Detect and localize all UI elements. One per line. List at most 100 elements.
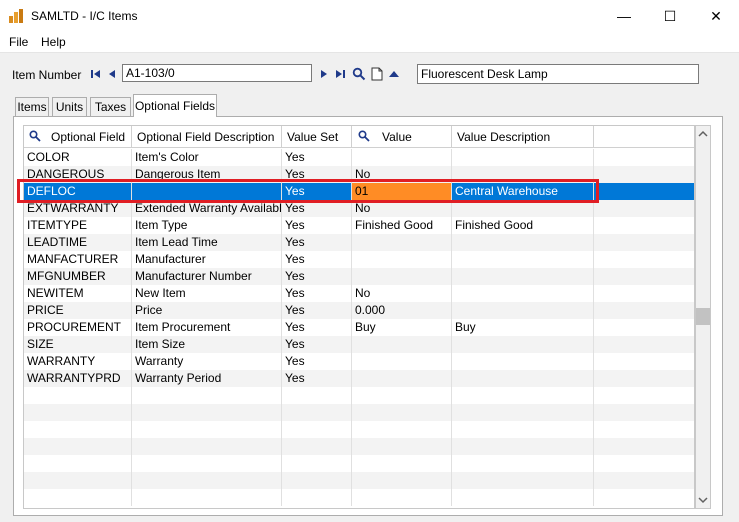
table-cell[interactable] bbox=[352, 387, 452, 404]
item-number-input[interactable]: A1-103/0 bbox=[122, 64, 312, 82]
window-title: SAMLTD - I/C Items bbox=[31, 9, 138, 23]
column-header-value[interactable]: Value bbox=[352, 126, 452, 148]
tab-items[interactable]: Items bbox=[15, 97, 49, 116]
empty-table-row[interactable] bbox=[24, 455, 694, 472]
new-document-icon[interactable] bbox=[370, 67, 384, 81]
table-cell[interactable] bbox=[352, 251, 452, 268]
table-cell bbox=[594, 166, 694, 183]
tab-taxes[interactable]: Taxes bbox=[90, 97, 131, 116]
table-row[interactable]: LEADTIME Item Lead Time Yes bbox=[24, 234, 694, 251]
empty-table-row[interactable] bbox=[24, 472, 694, 489]
table-cell bbox=[594, 302, 694, 319]
table-cell bbox=[594, 200, 694, 217]
table-cell: Buy bbox=[452, 319, 594, 336]
column-header-value-description[interactable]: Value Description bbox=[452, 126, 594, 148]
table-cell bbox=[24, 455, 132, 472]
menu-help[interactable]: Help bbox=[41, 35, 66, 49]
table-row[interactable]: MANFACTURER Manufacturer Yes bbox=[24, 251, 694, 268]
table-cell bbox=[24, 438, 132, 455]
table-cell bbox=[452, 438, 594, 455]
table-cell[interactable] bbox=[352, 489, 452, 506]
table-cell: Yes bbox=[282, 251, 352, 268]
table-row[interactable]: PROCUREMENT Item Procurement Yes Buy Buy bbox=[24, 319, 694, 336]
table-cell: Yes bbox=[282, 302, 352, 319]
tab-optional-fields[interactable]: Optional Fields bbox=[133, 94, 217, 117]
table-cell: Item Size bbox=[132, 336, 282, 353]
table-cell: ITEMTYPE bbox=[24, 217, 132, 234]
table-cell: Yes bbox=[282, 319, 352, 336]
first-record-icon[interactable] bbox=[90, 68, 102, 80]
table-cell[interactable]: Buy bbox=[352, 319, 452, 336]
table-cell[interactable] bbox=[352, 268, 452, 285]
table-row[interactable]: PRICE Price Yes 0.000 bbox=[24, 302, 694, 319]
table-cell bbox=[594, 387, 694, 404]
table-row[interactable]: ITEMTYPE Item Type Yes Finished Good Finishe… bbox=[24, 217, 694, 234]
table-cell: Manufacturer bbox=[132, 251, 282, 268]
scroll-down-icon[interactable] bbox=[696, 493, 710, 507]
table-row[interactable]: WARRANTY Warranty Yes bbox=[24, 353, 694, 370]
menu-bar: File Help bbox=[0, 32, 739, 53]
maximize-button[interactable]: ☐ bbox=[647, 0, 693, 32]
empty-table-row[interactable] bbox=[24, 438, 694, 455]
table-cell bbox=[452, 285, 594, 302]
table-cell[interactable] bbox=[352, 370, 452, 387]
table-cell bbox=[24, 472, 132, 489]
table-cell bbox=[132, 404, 282, 421]
table-cell[interactable]: Finished Good bbox=[352, 217, 452, 234]
column-finder-icon[interactable] bbox=[358, 130, 370, 142]
table-cell bbox=[594, 149, 694, 166]
table-cell bbox=[594, 251, 694, 268]
tab-units[interactable]: Units bbox=[52, 97, 87, 116]
table-cell bbox=[282, 438, 352, 455]
column-header-optional-field[interactable]: Optional Field bbox=[24, 126, 132, 148]
table-row[interactable]: COLOR Item's Color Yes bbox=[24, 149, 694, 166]
table-cell[interactable] bbox=[352, 149, 452, 166]
previous-record-icon[interactable] bbox=[106, 68, 118, 80]
table-cell bbox=[282, 404, 352, 421]
table-cell: Yes bbox=[282, 370, 352, 387]
table-cell bbox=[594, 183, 694, 200]
table-cell: Item Lead Time bbox=[132, 234, 282, 251]
close-button[interactable]: ✕ bbox=[693, 0, 739, 32]
table-cell[interactable] bbox=[352, 438, 452, 455]
table-cell: NEWITEM bbox=[24, 285, 132, 302]
table-cell bbox=[24, 489, 132, 506]
table-cell[interactable] bbox=[352, 421, 452, 438]
table-cell bbox=[594, 319, 694, 336]
table-cell: Yes bbox=[282, 336, 352, 353]
table-cell[interactable] bbox=[352, 455, 452, 472]
table-row[interactable]: MFGNUMBER Manufacturer Number Yes bbox=[24, 268, 694, 285]
column-header-value-set[interactable]: Value Set bbox=[282, 126, 352, 148]
empty-table-row[interactable] bbox=[24, 387, 694, 404]
finder-icon[interactable] bbox=[352, 67, 366, 81]
menu-file[interactable]: File bbox=[9, 35, 28, 49]
table-cell[interactable] bbox=[352, 472, 452, 489]
table-cell: Manufacturer Number bbox=[132, 268, 282, 285]
column-header-description[interactable]: Optional Field Description bbox=[132, 126, 282, 148]
scroll-up-icon[interactable] bbox=[696, 127, 710, 141]
table-cell[interactable] bbox=[352, 336, 452, 353]
empty-table-row[interactable] bbox=[24, 421, 694, 438]
zoom-up-icon[interactable] bbox=[388, 68, 400, 80]
last-record-icon[interactable] bbox=[334, 68, 346, 80]
empty-table-row[interactable] bbox=[24, 404, 694, 421]
next-record-icon[interactable] bbox=[318, 68, 330, 80]
table-cell[interactable] bbox=[352, 404, 452, 421]
minimize-button[interactable]: — bbox=[601, 0, 647, 32]
table-cell bbox=[452, 489, 594, 506]
table-cell[interactable]: 0.000 bbox=[352, 302, 452, 319]
column-finder-icon[interactable] bbox=[29, 130, 41, 142]
scroll-thumb[interactable] bbox=[696, 308, 710, 325]
table-row[interactable]: WARRANTYPRD Warranty Period Yes bbox=[24, 370, 694, 387]
table-cell bbox=[282, 387, 352, 404]
table-row[interactable]: NEWITEM New Item Yes No bbox=[24, 285, 694, 302]
table-cell[interactable]: No bbox=[352, 285, 452, 302]
table-row[interactable]: SIZE Item Size Yes bbox=[24, 336, 694, 353]
table-cell[interactable] bbox=[352, 353, 452, 370]
table-cell[interactable] bbox=[352, 234, 452, 251]
empty-table-row[interactable] bbox=[24, 489, 694, 506]
table-cell bbox=[452, 370, 594, 387]
table-cell: New Item bbox=[132, 285, 282, 302]
table-cell bbox=[594, 455, 694, 472]
table-cell bbox=[452, 404, 594, 421]
